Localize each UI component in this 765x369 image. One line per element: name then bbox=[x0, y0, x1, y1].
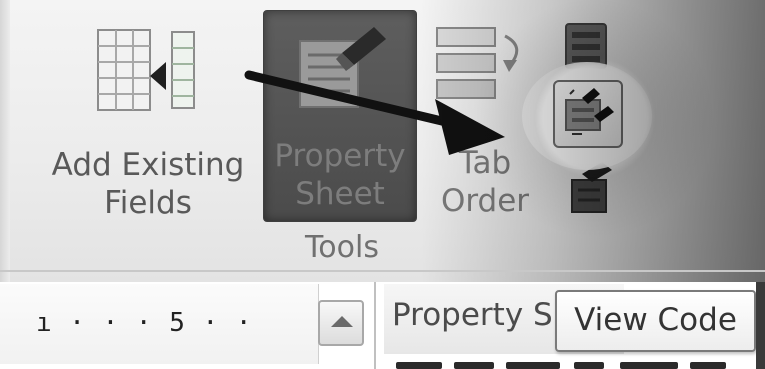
ribbon-design-tab: Add Existing Fields Property Sheet Tab O… bbox=[0, 0, 765, 282]
tools-group-label: Tools bbox=[305, 230, 379, 265]
horizontal-ruler[interactable]: ı · · · 5 · · bbox=[0, 284, 319, 364]
cut-off-text bbox=[620, 362, 678, 369]
right-edge-shadow bbox=[756, 282, 765, 369]
ribbon-separator bbox=[0, 270, 765, 272]
view-code-icon bbox=[565, 88, 614, 135]
ribbon-left-edge bbox=[0, 0, 10, 282]
pane-divider bbox=[374, 282, 376, 369]
workspace-strip: ı · · · 5 · · Property Sheet View Code bbox=[0, 282, 765, 369]
annotation-arrow-icon bbox=[244, 70, 505, 155]
view-code-button[interactable] bbox=[553, 80, 623, 148]
add-existing-fields-label-line2: Fields bbox=[104, 185, 192, 221]
tab-order-label-line2: Order bbox=[440, 183, 530, 219]
scroll-up-button[interactable] bbox=[318, 300, 364, 346]
add-existing-fields-button[interactable]: Add Existing Fields bbox=[40, 18, 256, 221]
cut-off-text bbox=[454, 362, 494, 369]
view-code-tooltip: View Code bbox=[555, 290, 756, 352]
add-existing-fields-label: Add Existing Fields bbox=[40, 146, 256, 222]
add-existing-fields-icon bbox=[97, 29, 195, 111]
add-existing-fields-label-line1: Add Existing bbox=[51, 147, 245, 183]
cut-off-text bbox=[574, 362, 604, 369]
chevron-up-icon bbox=[331, 316, 353, 327]
property-sheet-selection-row bbox=[384, 354, 764, 369]
property-sheet-label-line2: Sheet bbox=[295, 176, 385, 212]
cut-off-text bbox=[690, 362, 726, 369]
cut-off-text bbox=[506, 362, 560, 369]
ruler-marks: ı · · · 5 · · bbox=[36, 308, 253, 338]
cut-off-text bbox=[396, 362, 442, 369]
